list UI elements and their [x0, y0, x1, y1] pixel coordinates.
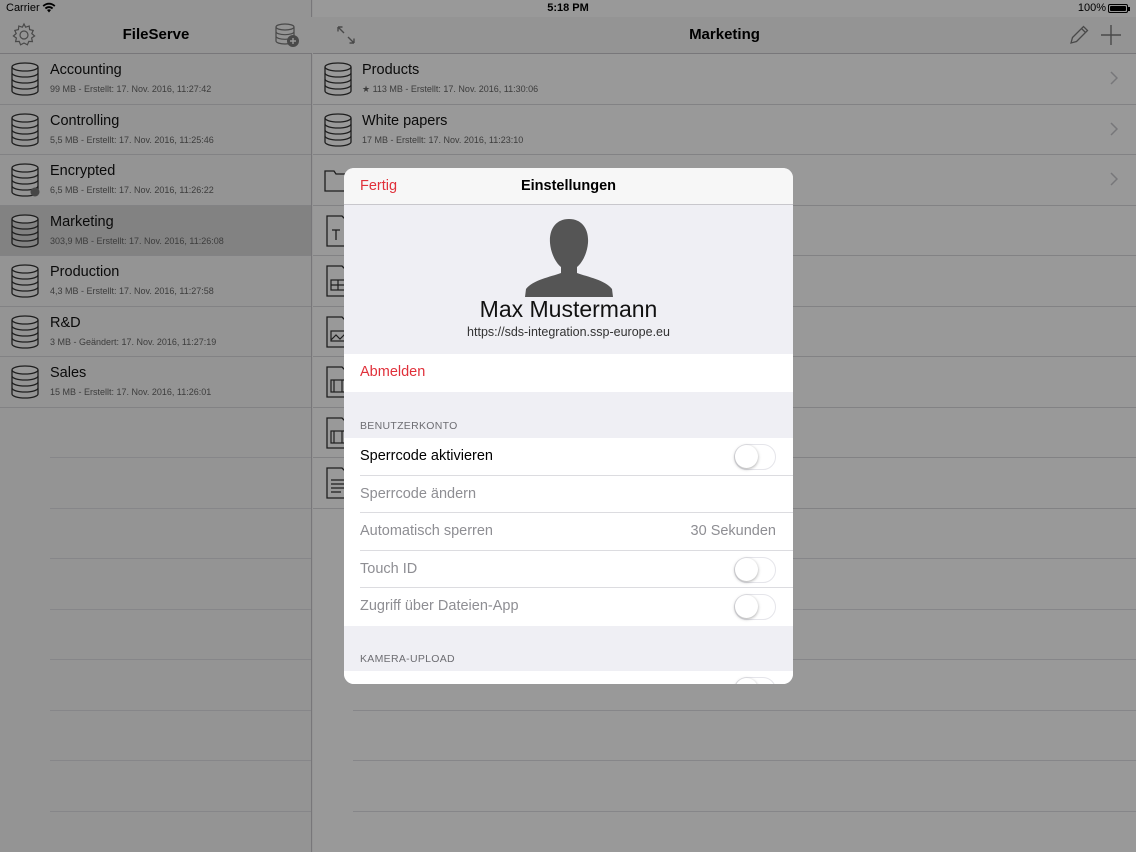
- setting-row-files-app: Zugriff über Dateien-App: [344, 588, 793, 626]
- section-header-camera: KAMERA-UPLOAD: [360, 653, 455, 665]
- setting-row-touch-id: Touch ID: [344, 550, 793, 588]
- files-app-toggle[interactable]: [734, 594, 776, 620]
- profile-url: https://sds-integration.ssp-europe.eu: [467, 325, 670, 339]
- setting-label: Touch ID: [360, 560, 418, 577]
- profile-name: Max Mustermann: [479, 296, 658, 322]
- passcode-toggle[interactable]: [734, 444, 776, 470]
- touch-id-toggle[interactable]: [734, 556, 776, 583]
- setting-row-camera-upload: [344, 671, 793, 684]
- modal-title: Einstellungen: [520, 178, 617, 194]
- user-silhouette-icon: [525, 219, 613, 297]
- logout-button[interactable]: Abmelden: [344, 354, 793, 392]
- autolock-value: 30 Sekunden: [690, 523, 776, 539]
- camera-upload-toggle[interactable]: [734, 677, 776, 684]
- modal-navbar: Fertig Einstellungen: [344, 168, 793, 205]
- setting-label: Sperrcode ändern: [360, 485, 477, 502]
- logout-label: Abmelden: [360, 364, 426, 380]
- setting-row-passcode: Sperrcode aktivieren: [344, 438, 793, 476]
- setting-label: Zugriff über Dateien-App: [360, 598, 519, 614]
- setting-row-change-passcode[interactable]: Sperrcode ändern: [344, 475, 793, 513]
- setting-label: Automatisch sperren: [360, 523, 493, 539]
- section-header-account: BENUTZERKONTO: [360, 420, 458, 432]
- settings-modal: Fertig Einstellungen Max Mustermann http…: [344, 168, 793, 684]
- setting-row-autolock[interactable]: Automatisch sperren 30 Sekunden: [344, 513, 793, 551]
- profile-header: Max Mustermann https://sds-integration.s…: [344, 205, 793, 354]
- setting-label: Sperrcode aktivieren: [360, 448, 493, 464]
